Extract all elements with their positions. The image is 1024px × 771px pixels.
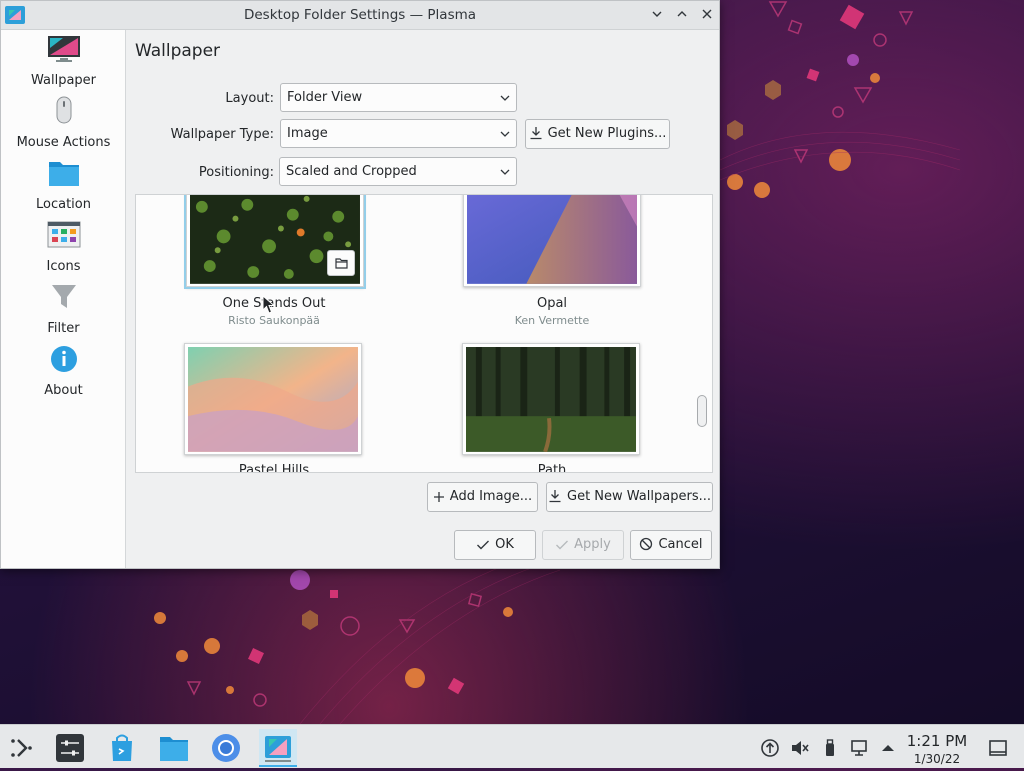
- folder-open-icon: [335, 258, 348, 269]
- network-wired-icon[interactable]: [850, 738, 870, 758]
- layout-label: Layout:: [225, 91, 274, 106]
- mouse-icon: [56, 96, 72, 124]
- wallpaper-gallery[interactable]: One Stands Out Risto Saukonpää Opal Ken …: [135, 194, 713, 473]
- positioning-value: Scaled and Cropped: [286, 164, 417, 179]
- taskbar-file-manager[interactable]: [155, 729, 193, 767]
- filter-icon: [52, 285, 76, 308]
- taskbar-discover[interactable]: [103, 729, 141, 767]
- settings-app-icon: [265, 736, 291, 762]
- gallery-scrollbar[interactable]: [697, 395, 707, 427]
- mouse-cursor-icon: [262, 295, 276, 314]
- chevron-down-icon: [500, 131, 510, 137]
- taskbar-desktop-folder-settings[interactable]: [259, 729, 297, 767]
- layout-value: Folder View: [287, 90, 363, 105]
- title-bar[interactable]: Desktop Folder Settings — Plasma: [1, 1, 719, 30]
- wallpaper-name: Opal: [536, 296, 568, 311]
- window-title: Desktop Folder Settings — Plasma: [243, 7, 477, 23]
- taskbar-web-browser[interactable]: [207, 729, 245, 767]
- ok-label: OK: [495, 537, 514, 552]
- get-new-plugins-button[interactable]: Get New Plugins...: [525, 119, 670, 149]
- wallpaper-page: Wallpaper Layout: Folder View Wallpaper …: [127, 30, 719, 568]
- discover-store-icon: [112, 734, 132, 761]
- folder-icon: [49, 162, 79, 186]
- volume-muted-icon[interactable]: [790, 738, 810, 758]
- sidebar-item-label: Icons: [46, 259, 81, 274]
- wallpaper-thumbnail-one-stands-out[interactable]: [186, 195, 364, 287]
- sidebar-item-label: Wallpaper: [30, 73, 97, 88]
- ok-button[interactable]: OK: [454, 530, 536, 560]
- sidebar-item-label: Filter: [47, 321, 80, 336]
- plus-icon: [433, 492, 444, 502]
- chevron-up-icon: [677, 11, 687, 17]
- chevron-down-icon: [500, 169, 510, 175]
- sidebar-item-label: Mouse Actions: [16, 135, 111, 150]
- minimize-button[interactable]: [647, 6, 667, 26]
- apply-button[interactable]: Apply: [542, 530, 624, 560]
- wallpaper-preview-image: [467, 195, 637, 284]
- chevron-up-icon[interactable]: [878, 738, 898, 758]
- get-new-wallpapers-button[interactable]: Get New Wallpapers...: [546, 482, 713, 512]
- wallpaper-thumbnail-pastel-hills[interactable]: [184, 343, 362, 455]
- settings-window: Desktop Folder Settings — Plasma Wallpap…: [0, 0, 720, 569]
- checkmark-icon: [556, 540, 569, 550]
- chevron-down-icon: [500, 95, 510, 101]
- close-icon: [702, 9, 712, 19]
- settings-sliders-icon: [56, 734, 84, 762]
- checkmark-icon: [477, 540, 490, 550]
- updates-icon[interactable]: [760, 738, 780, 758]
- get-new-plugins-label: Get New Plugins...: [547, 126, 667, 141]
- browser-icon: [212, 734, 240, 762]
- download-icon: [530, 127, 542, 140]
- add-image-button[interactable]: Add Image...: [427, 482, 538, 512]
- launcher-icon: [11, 739, 32, 757]
- clock-time[interactable]: 1:21 PM: [898, 732, 976, 750]
- add-image-label: Add Image...: [449, 489, 533, 504]
- taskbar-system-settings[interactable]: [51, 729, 89, 767]
- sidebar-item-label: Location: [36, 197, 91, 212]
- apply-label: Apply: [574, 537, 611, 552]
- folder-icon: [160, 737, 188, 761]
- icons-icon: [47, 221, 81, 248]
- maximize-button[interactable]: [672, 6, 692, 26]
- taskbar: 1:21 PM 1/30/22: [0, 724, 1024, 768]
- positioning-label: Positioning:: [198, 165, 274, 180]
- wallpaper-name: Pastel Hills: [238, 463, 310, 473]
- wallpaper-preview-image: [188, 347, 358, 452]
- get-new-wallpapers-label: Get New Wallpapers...: [567, 489, 711, 504]
- removable-device-icon[interactable]: [820, 738, 840, 758]
- clock-date[interactable]: 1/30/22: [898, 752, 976, 766]
- show-desktop-icon[interactable]: [988, 738, 1008, 758]
- wallpaper-thumbnail-path[interactable]: [462, 343, 640, 455]
- page-title: Wallpaper: [135, 41, 221, 61]
- info-icon: [51, 346, 77, 372]
- sidebar-item-wallpaper[interactable]: Wallpaper: [1, 32, 126, 94]
- sidebar-item-location[interactable]: Location: [1, 156, 126, 218]
- sidebar-item-filter[interactable]: Filter: [1, 280, 126, 342]
- sidebar-item-about[interactable]: About: [1, 342, 126, 404]
- cancel-label: Cancel: [658, 537, 703, 552]
- wallpaper-author: Risto Saukonpää: [228, 314, 320, 327]
- wallpaper-thumbnail-opal[interactable]: [463, 195, 641, 287]
- wallpaper-preview-image: [466, 347, 636, 452]
- wallpaper-type-select[interactable]: Image: [280, 119, 517, 148]
- layout-select[interactable]: Folder View: [280, 83, 517, 112]
- sidebar-item-label: About: [44, 383, 83, 398]
- cancel-button[interactable]: Cancel: [630, 530, 712, 560]
- wallpaper-icon: [48, 36, 80, 62]
- cancel-icon: [640, 537, 653, 551]
- application-launcher[interactable]: [3, 729, 41, 767]
- wallpaper-author: Ken Vermette: [514, 314, 590, 327]
- open-containing-folder-button[interactable]: [327, 250, 355, 276]
- sidebar-item-icons[interactable]: Icons: [1, 218, 126, 280]
- sidebar: Wallpaper Mouse Actions Location Icons F…: [1, 30, 126, 568]
- positioning-select[interactable]: Scaled and Cropped: [279, 157, 517, 186]
- wallpaper-type-label: Wallpaper Type:: [170, 127, 274, 142]
- download-icon: [549, 490, 561, 503]
- wallpaper-name: Path: [537, 463, 567, 473]
- close-button[interactable]: [697, 6, 717, 26]
- sidebar-item-mouse-actions[interactable]: Mouse Actions: [1, 94, 126, 156]
- wallpaper-type-value: Image: [287, 126, 328, 141]
- chevron-down-icon: [652, 11, 662, 17]
